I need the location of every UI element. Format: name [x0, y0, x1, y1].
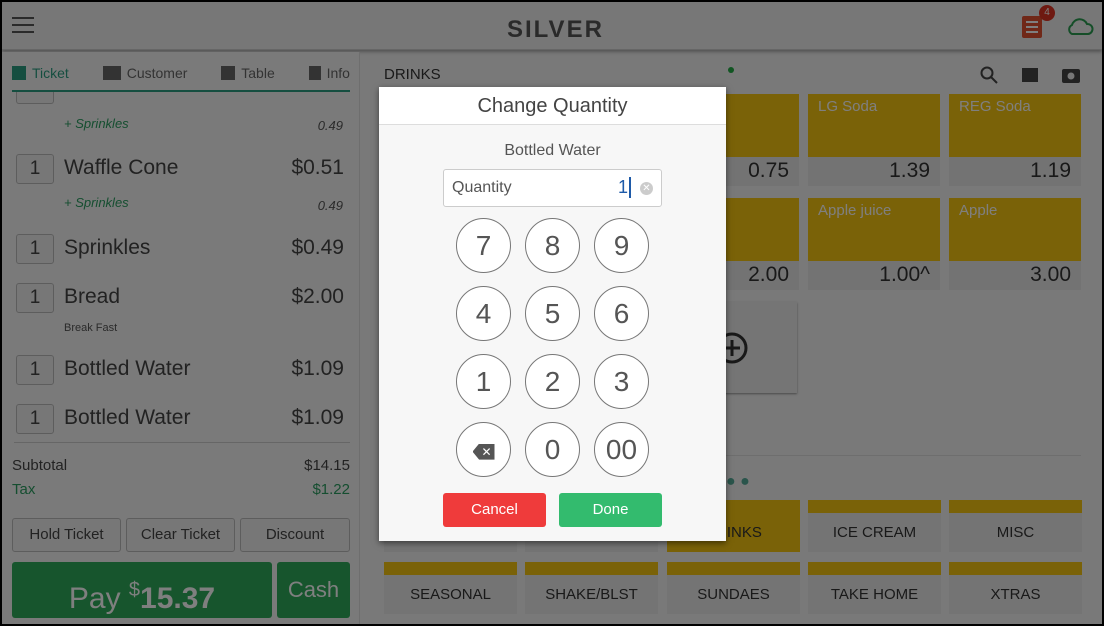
dialog-title: Change Quantity	[379, 87, 726, 125]
keypad-key[interactable]: 0	[525, 422, 580, 477]
keypad-key[interactable]: 3	[594, 354, 649, 409]
keypad-key[interactable]: 5	[525, 286, 580, 341]
backspace-icon: ✕	[472, 443, 495, 460]
dialog-item-name: Bottled Water	[504, 142, 601, 159]
keypad-key[interactable]: 00	[594, 422, 649, 477]
keypad-key[interactable]: 7	[456, 218, 511, 273]
keypad-key[interactable]: 6	[594, 286, 649, 341]
keypad-key[interactable]: 1	[456, 354, 511, 409]
change-quantity-dialog: Change Quantity Bottled Water Quantity 1…	[379, 87, 726, 541]
quantity-label: Quantity	[452, 179, 512, 196]
cancel-button[interactable]: Cancel	[443, 493, 546, 527]
quantity-value: 1	[618, 177, 631, 198]
backspace-key[interactable]: ✕	[456, 422, 511, 477]
done-button[interactable]: Done	[559, 493, 662, 527]
quantity-input[interactable]: Quantity 1 ✕	[443, 169, 662, 207]
keypad-key[interactable]: 4	[456, 286, 511, 341]
clear-input-icon[interactable]: ✕	[640, 182, 653, 195]
keypad-key[interactable]: 9	[594, 218, 649, 273]
keypad-key[interactable]: 8	[525, 218, 580, 273]
keypad-key[interactable]: 2	[525, 354, 580, 409]
